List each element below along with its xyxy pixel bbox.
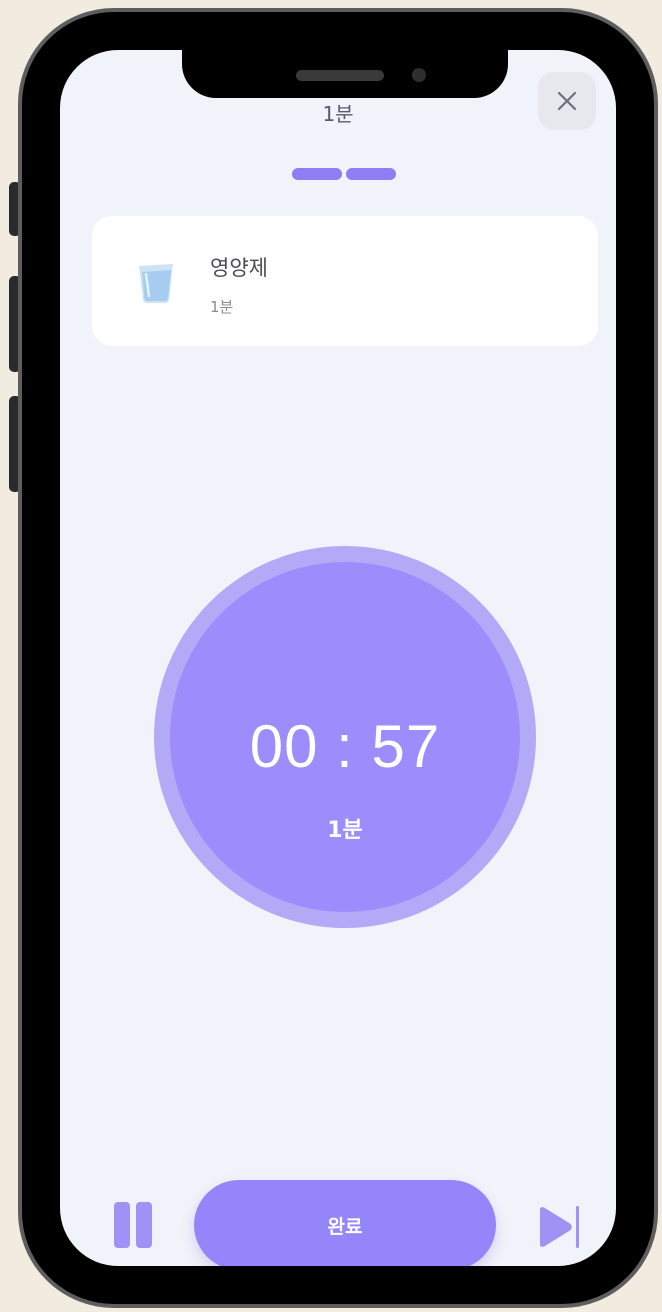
phone-notch (182, 50, 508, 98)
skip-next-icon (540, 1206, 579, 1248)
pause-icon (136, 1202, 152, 1248)
timer-countdown: 00 : 57 (249, 713, 441, 780)
current-task-card: 영양제 1분 (92, 216, 598, 346)
page-title: 1분 (322, 102, 354, 126)
progress-segment (346, 168, 396, 180)
skip-button[interactable] (536, 1204, 582, 1254)
task-duration: 1분 (210, 298, 234, 316)
task-name: 영양제 (210, 256, 268, 280)
routine-progress-indicator (292, 168, 396, 180)
water-cup-icon (136, 260, 176, 308)
app-screen: 1분 영양제 1분 00 : 57 1분 완료 (60, 50, 616, 1266)
speaker-grille (296, 70, 384, 81)
complete-button-label: 완료 (327, 1215, 363, 1238)
timer-inner-circle: 00 : 57 1분 (170, 562, 520, 912)
pause-icon (114, 1202, 130, 1248)
complete-button[interactable]: 완료 (194, 1180, 496, 1266)
phone-frame: 1분 영양제 1분 00 : 57 1분 완료 (18, 8, 658, 1308)
front-camera (412, 68, 426, 82)
timer-duration-label: 1분 (327, 818, 363, 843)
timer-circle: 00 : 57 1분 (154, 546, 536, 928)
pause-button[interactable] (114, 1202, 152, 1248)
progress-segment (292, 168, 342, 180)
